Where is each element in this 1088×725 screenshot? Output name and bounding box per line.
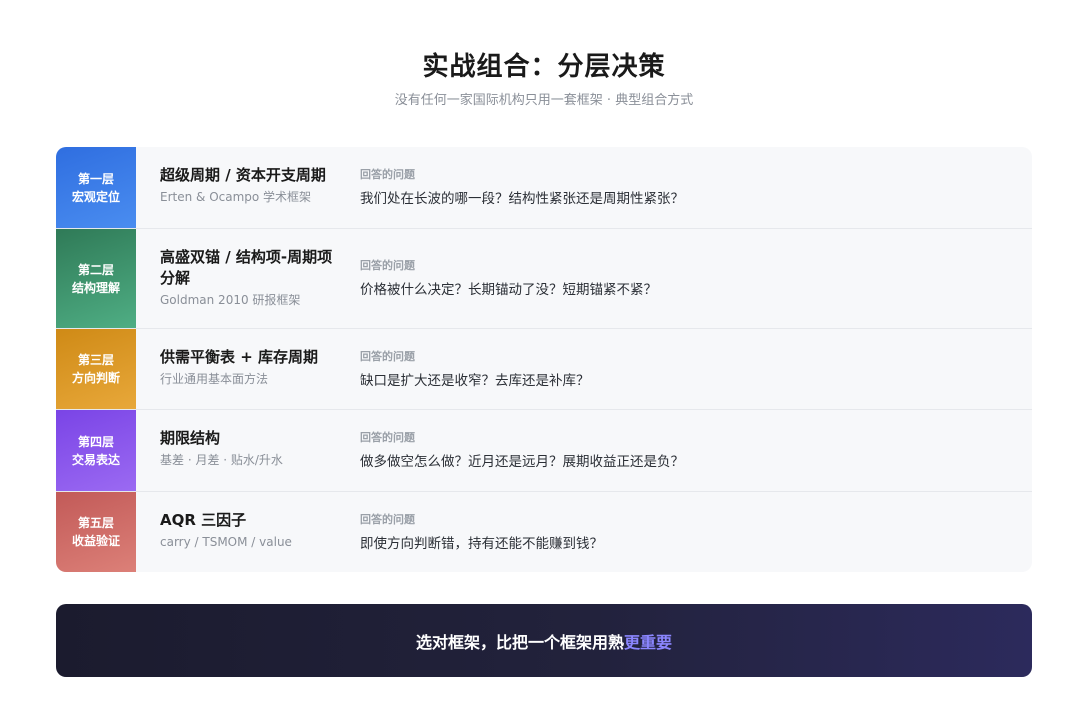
page: 实战组合：分层决策 没有任何一家国际机构只用一套框架 · 典型组合方式 第一层宏… (0, 0, 1088, 725)
layer-badge-index: 第四层 (77, 434, 114, 449)
banner-text: 选对框架，比把一个框架用熟 (415, 632, 624, 652)
method-name: 超级周期 / 资本开支周期 (160, 166, 326, 184)
page-title: 实战组合：分层决策 (422, 52, 666, 82)
method-name: 期限结构 (160, 429, 221, 447)
layer-badge: 第五层 收益验证 (56, 492, 136, 572)
layer-method: 供需平衡表 + 库存周期 行业通用基本面方法 (136, 329, 360, 409)
method-source: 行业通用基本面方法 (160, 372, 269, 386)
layer-badge-role: 结构理解 (71, 280, 120, 295)
layer-badge-role: 交易表达 (71, 452, 120, 467)
question-label: 回答的问题 (360, 259, 415, 272)
layer-row-5: 第五层收益验证 AQR 三因子 carry / TSMOM / value 回答… (56, 492, 1032, 572)
layer-method: AQR 三因子 carry / TSMOM / value (136, 492, 360, 572)
layer-badge: 第二层 结构理解 (56, 229, 136, 328)
question-text: 做多做空怎么做？近月还是远月？展期收益正还是负？ (360, 454, 684, 470)
question-text: 我们处在长波的哪一段？结构性紧张还是周期性紧张？ (360, 191, 684, 207)
method-source: carry / TSMOM / value (160, 535, 292, 549)
question-label: 回答的问题 (360, 431, 415, 444)
layer-method: 超级周期 / 资本开支周期 Erten & Ocampo 学术框架 (136, 147, 360, 228)
layer-question: 回答的问题 即使方向判断错，持有还能不能赚到钱？ (360, 492, 1032, 572)
question-label: 回答的问题 (360, 513, 415, 526)
conclusion-banner: 选对框架，比把一个框架用熟 更重要 (56, 604, 1032, 677)
layer-method: 高盛双锚 / 结构项-周期项分解 Goldman 2010 研报框架 (136, 229, 360, 328)
layer-badge-role: 方向判断 (71, 371, 120, 385)
method-name: 高盛双锚 / 结构项-周期项分解 (160, 248, 333, 287)
question-label: 回答的问题 (360, 168, 415, 181)
question-label: 回答的问题 (360, 350, 415, 363)
layer-row-1: 第一层宏观定位 超级周期 / 资本开支周期 Erten & Ocampo 学术框… (56, 147, 1032, 229)
layer-row-3: 第三层方向判断 供需平衡表 + 库存周期 行业通用基本面方法 回答的问题 缺口是… (56, 329, 1032, 410)
question-text: 即使方向判断错，持有还能不能赚到钱？ (360, 536, 603, 552)
method-name: 供需平衡表 + 库存周期 (160, 348, 319, 366)
layer-badge-index: 第一层 (77, 171, 114, 186)
layer-badge: 第一层 宏观定位 (56, 147, 136, 228)
layer-badge: 第三层 方向判断 (56, 329, 136, 409)
layer-badge-index: 第三层 (77, 353, 114, 367)
layer-question: 回答的问题 价格被什么决定？长期锚动了没？短期锚紧不紧？ (360, 229, 1032, 328)
layer-badge-index: 第二层 (77, 262, 114, 277)
layer-method: 期限结构 基差 · 月差 · 贴水/升水 (136, 410, 360, 491)
method-name: AQR 三因子 (160, 511, 247, 529)
header: 实战组合：分层决策 没有任何一家国际机构只用一套框架 · 典型组合方式 (0, 47, 1088, 111)
layer-row-4: 第四层交易表达 期限结构 基差 · 月差 · 贴水/升水 回答的问题 做多做空怎… (56, 410, 1032, 492)
method-source: Erten & Ocampo 学术框架 (160, 190, 312, 204)
layer-badge-role: 宏观定位 (71, 189, 120, 204)
question-text: 缺口是扩大还是收窄？去库还是补库？ (360, 373, 590, 389)
layer-row-2: 第二层结构理解 高盛双锚 / 结构项-周期项分解 Goldman 2010 研报… (56, 229, 1032, 329)
layer-badge: 第四层 交易表达 (56, 410, 136, 491)
page-subtitle: 没有任何一家国际机构只用一套框架 · 典型组合方式 (394, 93, 694, 108)
layer-question: 回答的问题 做多做空怎么做？近月还是远月？展期收益正还是负？ (360, 410, 1032, 491)
layer-badge-role: 收益验证 (71, 534, 120, 548)
layer-question: 回答的问题 我们处在长波的哪一段？结构性紧张还是周期性紧张？ (360, 147, 1032, 228)
layer-table: 第一层宏观定位 超级周期 / 资本开支周期 Erten & Ocampo 学术框… (56, 147, 1032, 572)
banner-highlight: 更重要 (624, 632, 673, 652)
question-text: 价格被什么决定？长期锚动了没？短期锚紧不紧？ (360, 282, 657, 298)
method-source: Goldman 2010 研报框架 (160, 293, 301, 307)
method-source: 基差 · 月差 · 贴水/升水 (160, 453, 283, 467)
layer-question: 回答的问题 缺口是扩大还是收窄？去库还是补库？ (360, 329, 1032, 409)
layer-badge-index: 第五层 (77, 516, 114, 530)
